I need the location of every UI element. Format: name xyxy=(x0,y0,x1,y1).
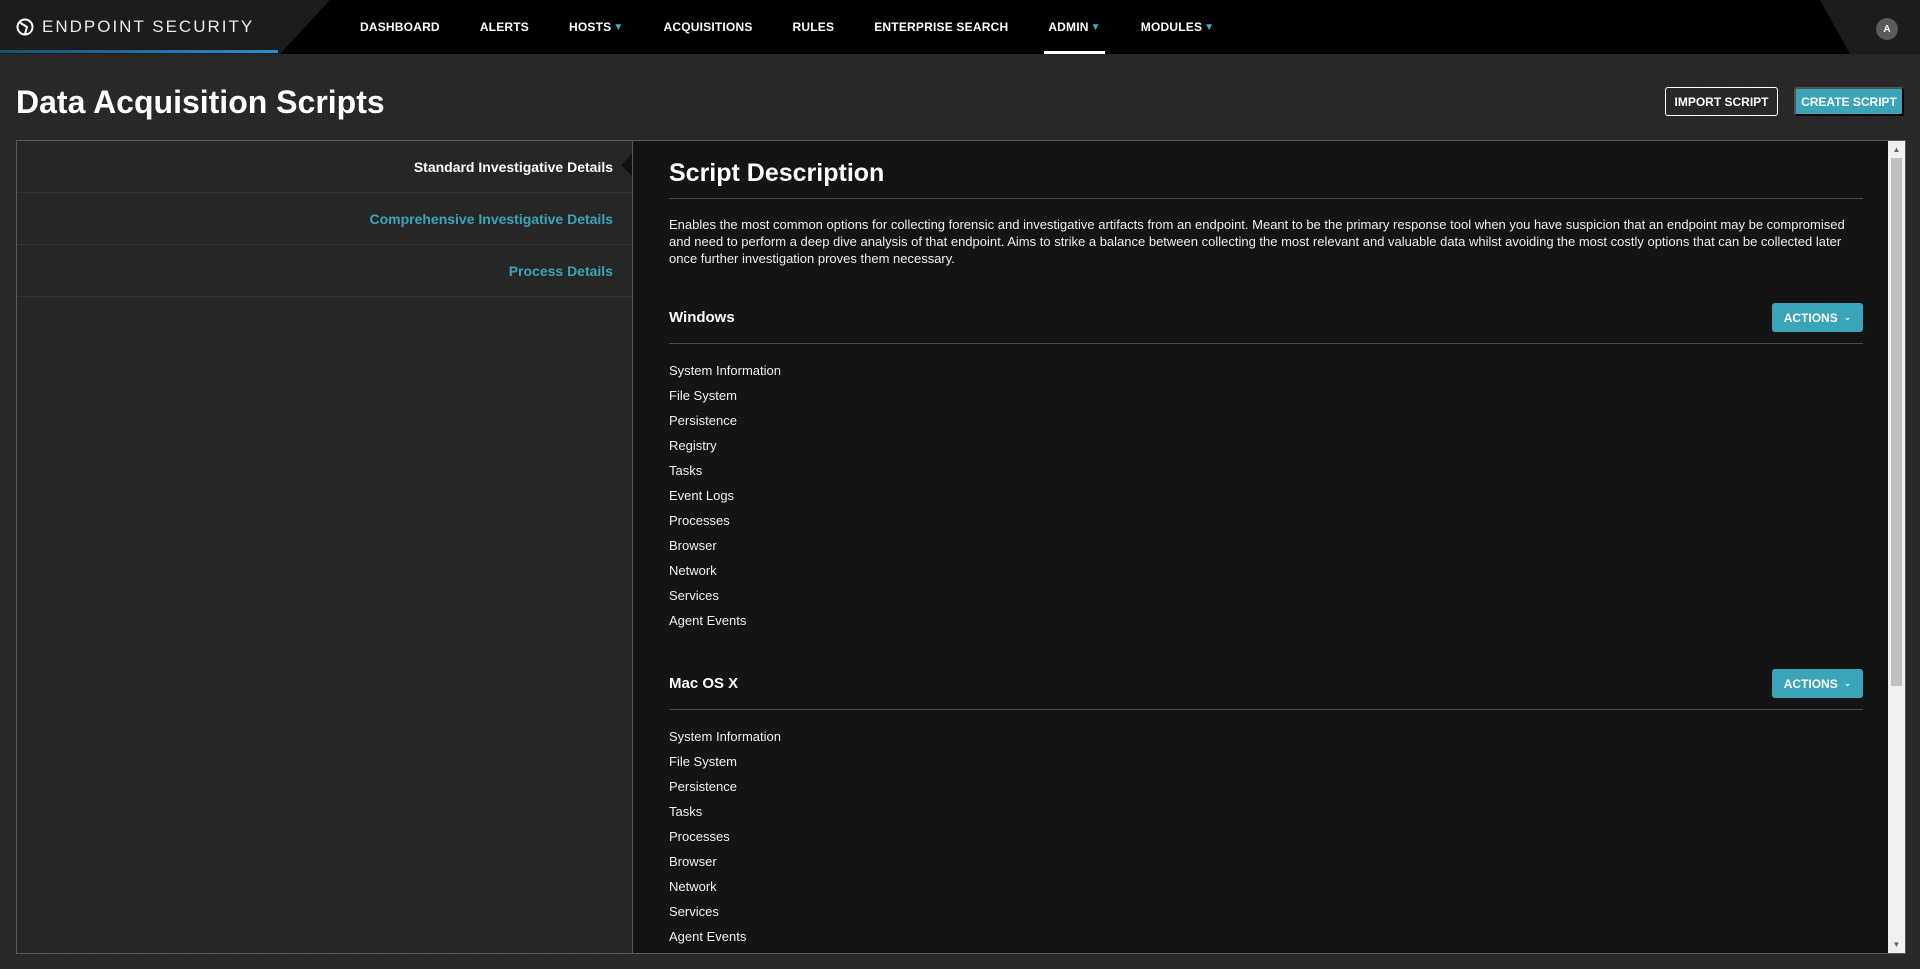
os-section-header: Mac OS X ACTIONS ⌄ xyxy=(669,668,1863,710)
windows-option-list: System Information File System Persisten… xyxy=(669,358,1863,633)
list-item: Persistence xyxy=(669,413,737,428)
actions-label: ACTIONS xyxy=(1783,310,1838,325)
brand-name[interactable]: ENDPOINT SECURITY xyxy=(42,17,254,37)
list-item: Processes xyxy=(669,829,730,844)
os-section-windows: Windows ACTIONS ⌄ System Information Fil… xyxy=(669,302,1863,633)
list-item: System Information xyxy=(669,363,781,378)
actions-label: ACTIONS xyxy=(1783,676,1838,691)
script-detail: Script Description Enables the most comm… xyxy=(632,141,1905,953)
brand-underline xyxy=(0,50,278,53)
chevron-down-icon: ▼ xyxy=(1204,21,1215,33)
nav-acquisitions[interactable]: ACQUISITIONS xyxy=(643,0,772,54)
list-item: Network xyxy=(669,563,717,578)
os-name: Mac OS X xyxy=(669,675,739,692)
nav-label: ADMIN xyxy=(1048,20,1089,34)
mac-actions-button[interactable]: ACTIONS ⌄ xyxy=(1772,669,1863,698)
nav-rules[interactable]: RULES xyxy=(773,0,855,54)
script-detail-content: Script Description Enables the most comm… xyxy=(669,141,1863,949)
list-item: File System xyxy=(669,754,737,769)
list-item: Network xyxy=(669,879,717,894)
script-item-process-details[interactable]: Process Details xyxy=(17,245,632,297)
nav-modules[interactable]: MODULES ▼ xyxy=(1121,0,1235,54)
nav-enterprise-search[interactable]: ENTERPRISE SEARCH xyxy=(854,0,1028,54)
nav-label: ACQUISITIONS xyxy=(663,20,753,34)
list-item: Browser xyxy=(669,854,717,869)
endpoint-logo-icon xyxy=(16,18,34,36)
nav-label: ENTERPRISE SEARCH xyxy=(874,20,1009,34)
nav-admin[interactable]: ADMIN ▼ xyxy=(1028,0,1120,54)
create-script-button[interactable]: CREATE SCRIPT xyxy=(1794,87,1904,116)
chevron-down-icon: ▼ xyxy=(613,21,624,33)
main-nav: DASHBOARD ALERTS HOSTS ▼ ACQUISITIONS RUL… xyxy=(340,0,1234,54)
script-description-title: Script Description xyxy=(669,159,1863,199)
os-name: Windows xyxy=(669,309,735,326)
chevron-down-icon: ⌄ xyxy=(1843,678,1852,688)
nav-hosts[interactable]: HOSTS ▼ xyxy=(549,0,643,54)
scripts-panel: Standard Investigative Details Comprehen… xyxy=(16,140,1906,954)
import-script-button[interactable]: IMPORT SCRIPT xyxy=(1665,87,1778,116)
nav-label: RULES xyxy=(792,20,835,34)
nav-alerts[interactable]: ALERTS xyxy=(460,0,549,54)
scroll-up-icon[interactable]: ▲ xyxy=(1888,141,1905,158)
list-item: Agent Events xyxy=(669,613,747,628)
script-item-comprehensive-investigative-details[interactable]: Comprehensive Investigative Details xyxy=(17,193,632,245)
script-description-text: Enables the most common options for coll… xyxy=(669,217,1845,266)
list-item: Event Logs xyxy=(669,488,735,503)
list-item: Registry xyxy=(669,438,717,453)
detail-scrollbar[interactable]: ▲ ▼ xyxy=(1888,141,1905,953)
page-title: Data Acquisition Scripts xyxy=(16,84,385,120)
chevron-down-icon: ⌄ xyxy=(1843,312,1852,322)
list-item: Agent Events xyxy=(669,929,747,944)
scroll-thumb[interactable] xyxy=(1891,158,1902,686)
list-item: Persistence xyxy=(669,779,737,794)
script-list: Standard Investigative Details Comprehen… xyxy=(17,141,633,953)
windows-actions-button[interactable]: ACTIONS ⌄ xyxy=(1772,303,1863,332)
user-area xyxy=(1820,0,1920,54)
nav-label: HOSTS xyxy=(569,20,612,34)
top-navigation-bar: ENDPOINT SECURITY DASHBOARD ALERTS HOSTS… xyxy=(0,0,1920,54)
scroll-down-icon[interactable]: ▼ xyxy=(1888,936,1905,953)
list-item: Tasks xyxy=(669,804,703,819)
nav-dashboard[interactable]: DASHBOARD xyxy=(340,0,460,54)
list-item: Services xyxy=(669,904,719,919)
script-item-standard-investigative-details[interactable]: Standard Investigative Details xyxy=(17,141,632,193)
os-section-mac-os-x: Mac OS X ACTIONS ⌄ System Information Fi… xyxy=(669,668,1863,949)
user-avatar[interactable]: A xyxy=(1876,18,1898,40)
nav-label: ALERTS xyxy=(479,20,530,34)
nav-label: DASHBOARD xyxy=(360,20,440,34)
list-item: File System xyxy=(669,388,737,403)
list-item: Tasks xyxy=(669,463,703,478)
list-item: Services xyxy=(669,588,719,603)
chevron-down-icon: ▼ xyxy=(1090,21,1101,33)
mac-option-list: System Information File System Persisten… xyxy=(669,724,1863,949)
list-item: Browser xyxy=(669,538,717,553)
list-item: Processes xyxy=(669,513,730,528)
list-item: System Information xyxy=(669,729,781,744)
nav-label: MODULES xyxy=(1140,20,1203,34)
os-section-header: Windows ACTIONS ⌄ xyxy=(669,302,1863,344)
